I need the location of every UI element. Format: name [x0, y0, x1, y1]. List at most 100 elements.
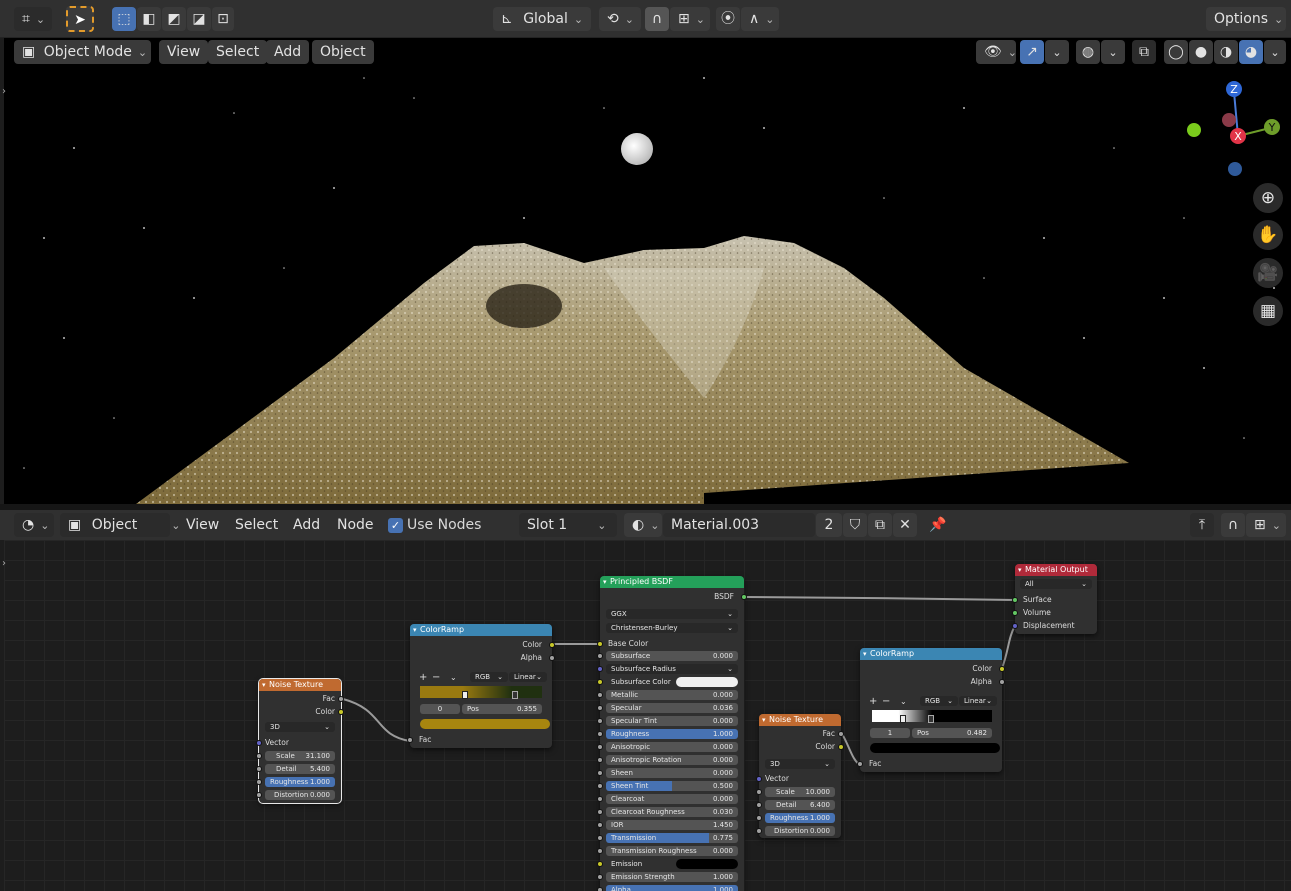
menu-add[interactable]: Add	[266, 40, 310, 64]
fake-user-toggle[interactable]: ⛉	[843, 513, 867, 537]
input-socket[interactable]	[597, 692, 603, 698]
bsdf-input-field[interactable]: Subsurface Color	[606, 677, 738, 687]
xray-toggle[interactable]: ⧉	[1132, 40, 1156, 64]
shading-wireframe[interactable]: ◯	[1164, 40, 1188, 64]
detail-field[interactable]: Detail 5.400	[265, 764, 335, 774]
falloff-dropdown[interactable]: ∧ ⌄	[741, 7, 779, 31]
select-invert-button[interactable]: ◪	[187, 7, 211, 31]
node-snap-toggle[interactable]: ∩	[1221, 513, 1245, 537]
input-vector-socket[interactable]	[256, 740, 262, 746]
overlays-toggle[interactable]: ◍	[1076, 40, 1100, 64]
gizmo-neg-x[interactable]	[1187, 123, 1201, 137]
input-surface-socket[interactable]	[1012, 597, 1018, 603]
output-target-dropdown[interactable]: All ⌄	[1020, 579, 1092, 589]
noise-texture-node-2[interactable]: Noise Texture Fac Color 3D ⌄ Vector Scale…	[756, 714, 844, 838]
input-socket[interactable]	[256, 779, 262, 785]
input-socket[interactable]	[256, 753, 262, 759]
bsdf-input-field[interactable]: Specular Tint 0.000	[606, 716, 738, 726]
node-toolbar-expand-icon[interactable]: ›	[2, 558, 6, 569]
interpolation-dropdown[interactable]: Linear ⌄	[959, 696, 997, 706]
dimension-dropdown[interactable]: 3D ⌄	[765, 759, 835, 769]
color-mode-dropdown[interactable]: RGB ⌄	[920, 696, 958, 706]
bsdf-input-field[interactable]: Subsurface 0.000	[606, 651, 738, 661]
stop-position-field[interactable]: Pos 0.482	[912, 728, 992, 738]
browse-material-button[interactable]: ◐ ⌄	[624, 513, 662, 537]
slot-dropdown[interactable]: Slot 1 ⌄	[519, 513, 617, 537]
stop-color-swatch[interactable]	[420, 719, 550, 729]
ramp-stop-handle[interactable]	[512, 691, 518, 699]
distortion-field[interactable]: Distortion 0.000	[765, 826, 835, 836]
node-snap-dropdown[interactable]: ⊞ ⌄	[1246, 513, 1286, 537]
roughness-field[interactable]: Roughness 1.000	[265, 777, 335, 787]
output-color-socket[interactable]	[338, 709, 344, 715]
bsdf-input-field[interactable]: Sheen Tint 0.500	[606, 781, 738, 791]
ramp-stop-handle[interactable]	[462, 691, 468, 699]
output-color-socket[interactable]	[838, 744, 844, 750]
shading-rendered[interactable]: ◕	[1239, 40, 1263, 64]
pin-button[interactable]: 📌	[926, 513, 950, 537]
ramp-menu-button[interactable]: ⌄	[900, 696, 907, 707]
bsdf-input-field[interactable]: Anisotropic 0.000	[606, 742, 738, 752]
detail-field[interactable]: Detail 6.400	[765, 800, 835, 810]
gizmo-neg-z[interactable]	[1228, 162, 1242, 176]
add-stop-button[interactable]: +	[869, 696, 877, 707]
stop-position-field[interactable]: Pos 0.355	[462, 704, 542, 714]
bsdf-input-field[interactable]: Transmission Roughness 0.000	[606, 846, 738, 856]
input-socket[interactable]	[597, 757, 603, 763]
remove-stop-button[interactable]: −	[432, 672, 440, 683]
toolbar-expand-icon[interactable]: ›	[2, 86, 6, 97]
ortho-toggle-button[interactable]: ▦	[1253, 296, 1283, 326]
input-socket[interactable]	[756, 802, 762, 808]
input-socket[interactable]	[597, 861, 603, 867]
node-menu-select[interactable]: Select	[227, 513, 286, 537]
input-socket[interactable]	[597, 744, 603, 750]
proportional-edit-toggle[interactable]: ⦿	[716, 7, 740, 31]
input-socket[interactable]	[256, 766, 262, 772]
interpolation-dropdown[interactable]: Linear ⌄	[509, 672, 547, 682]
input-socket[interactable]	[597, 718, 603, 724]
bsdf-input-field[interactable]: Roughness 1.000	[606, 729, 738, 739]
pan-button[interactable]: ✋	[1253, 220, 1283, 250]
roughness-field[interactable]: Roughness 1.000	[765, 813, 835, 823]
output-fac-socket[interactable]	[338, 696, 344, 702]
color-swatch[interactable]	[676, 859, 738, 869]
bsdf-input-field[interactable]: Alpha 1.000	[606, 885, 738, 891]
output-fac-socket[interactable]	[838, 731, 844, 737]
input-socket[interactable]	[597, 679, 603, 685]
stop-color-swatch[interactable]	[870, 743, 1000, 753]
node-menu-node[interactable]: Node	[329, 513, 382, 537]
options-dropdown[interactable]: Options ⌄	[1206, 7, 1286, 31]
output-color-socket[interactable]	[999, 666, 1005, 672]
color-mode-dropdown[interactable]: RGB ⌄	[470, 672, 508, 682]
material-name-field[interactable]: Material.003	[663, 513, 815, 537]
input-socket[interactable]	[597, 835, 603, 841]
snap-target-dropdown[interactable]: ⊞ ⌄	[670, 7, 710, 31]
pivot-point-dropdown[interactable]: ⟲ ⌄	[599, 7, 641, 31]
input-socket[interactable]	[597, 809, 603, 815]
input-displacement-socket[interactable]	[1012, 623, 1018, 629]
ramp-stop-handle[interactable]	[900, 715, 906, 723]
material-users-count[interactable]: 2	[816, 513, 842, 537]
duplicate-material-button[interactable]: ⧉	[868, 513, 892, 537]
subsurface-method-dropdown[interactable]: Christensen-Burley ⌄	[606, 623, 738, 633]
input-socket[interactable]	[597, 731, 603, 737]
select-intersect-button[interactable]: ⊡	[212, 7, 234, 31]
add-stop-button[interactable]: +	[419, 672, 427, 683]
select-new-button[interactable]: ⬚	[112, 7, 136, 31]
input-socket[interactable]	[256, 792, 262, 798]
output-bsdf-socket[interactable]	[741, 594, 747, 600]
distribution-dropdown[interactable]: GGX ⌄	[606, 609, 738, 619]
bsdf-input-field[interactable]: IOR 1.450	[606, 820, 738, 830]
bsdf-input-field[interactable]: Sheen 0.000	[606, 768, 738, 778]
bsdf-input-field[interactable]: Specular 0.036	[606, 703, 738, 713]
input-vector-socket[interactable]	[756, 776, 762, 782]
input-socket[interactable]	[756, 828, 762, 834]
input-socket[interactable]	[756, 789, 762, 795]
input-socket[interactable]	[597, 770, 603, 776]
bsdf-input-field[interactable]: Clearcoat Roughness 0.030	[606, 807, 738, 817]
scale-field[interactable]: Scale 10.000	[765, 787, 835, 797]
bsdf-input-field[interactable]: Emission	[606, 859, 738, 869]
colorramp-node-1[interactable]: ColorRamp Color Alpha + − ⌄ RGB⌄ Linear⌄…	[407, 624, 555, 748]
shading-material[interactable]: ◑	[1214, 40, 1238, 64]
shading-solid[interactable]: ●	[1189, 40, 1213, 64]
